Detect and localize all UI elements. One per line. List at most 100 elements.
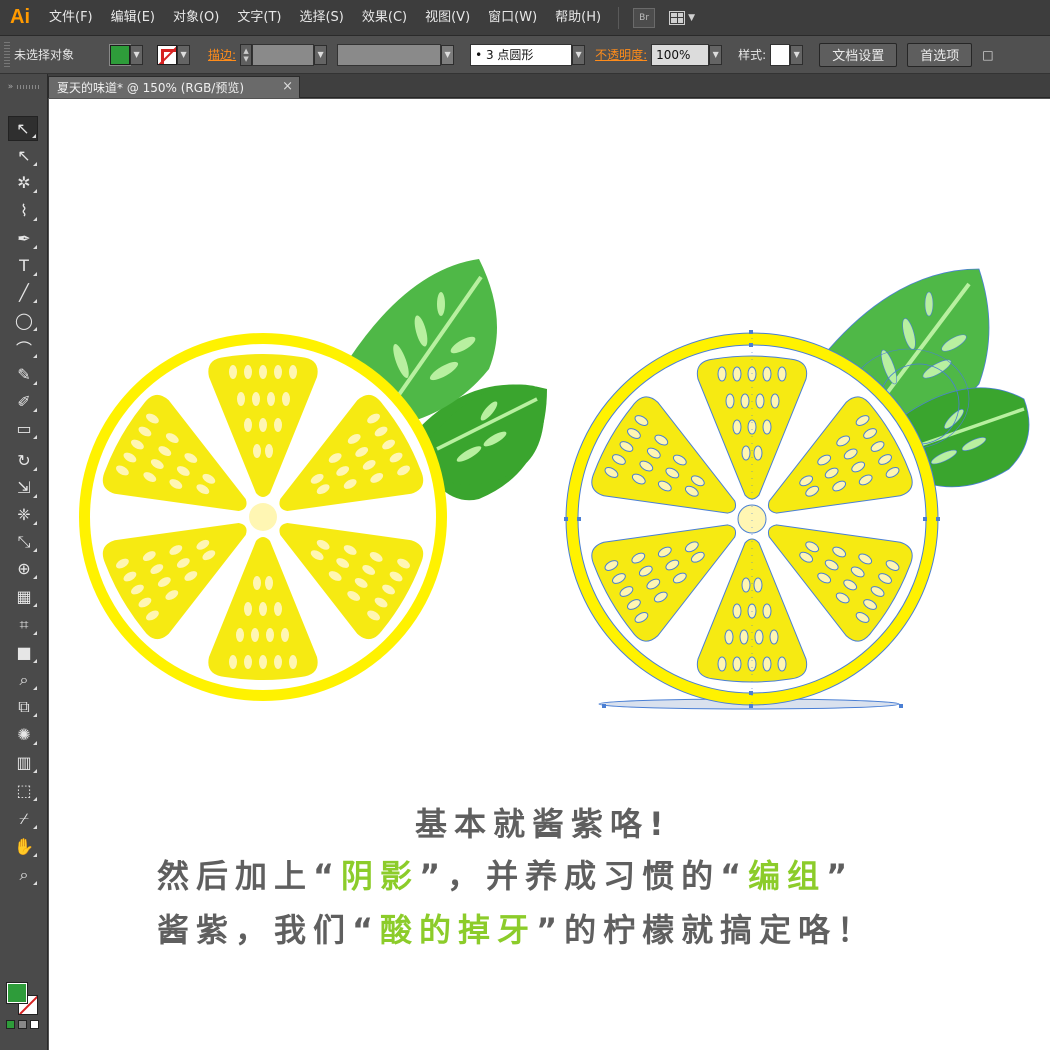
- variable-width-profile[interactable]: [337, 43, 442, 66]
- direct-selection-tool-icon[interactable]: ↖: [10, 143, 38, 168]
- brush-definition-field[interactable]: • 3 点圆形: [470, 43, 573, 66]
- caption-highlight-group: 编组: [748, 857, 827, 895]
- pencil-tool-icon[interactable]: ✎: [10, 362, 38, 387]
- fill-stroke-control[interactable]: [6, 979, 42, 1019]
- line-tool-icon[interactable]: ╱: [10, 280, 38, 305]
- eyedropper-tool-icon[interactable]: ⌕: [10, 667, 38, 692]
- graphic-style-swatch[interactable]: [770, 43, 791, 66]
- shape-builder-tool-icon[interactable]: ⊕: [10, 556, 38, 581]
- ellipse-tool-icon[interactable]: ◯: [10, 308, 38, 333]
- lemon-seed: [259, 365, 267, 379]
- menu-item-4[interactable]: 选择(S): [290, 0, 352, 36]
- artboard-canvas[interactable]: 基本就酱紫咯! 然后加上“阴影”，并养成习惯的“编组” 酱紫，我们“酸的掉牙”的…: [49, 99, 1050, 1050]
- menu-item-7[interactable]: 窗口(W): [479, 0, 546, 36]
- document-tab[interactable]: 夏天的味道* @ 150% (RGB/预览) ×: [48, 76, 300, 98]
- lemon-seed: [777, 366, 787, 382]
- lemon-seed: [289, 365, 297, 379]
- hand-tool-icon[interactable]: ✋: [10, 834, 38, 859]
- column-graph-tool-icon[interactable]: ▥: [10, 750, 38, 775]
- stroke-swatch[interactable]: [157, 44, 178, 65]
- app-logo: Ai: [10, 6, 30, 28]
- style-label: 样式:: [738, 48, 767, 62]
- caption-line-3: 酱紫，我们“酸的掉牙”的柠檬就搞定咯！: [157, 911, 877, 949]
- stroke-panel-link[interactable]: 描边:: [208, 46, 236, 63]
- menu-item-3[interactable]: 文字(T): [228, 0, 290, 36]
- document-tab-title: 夏天的味道* @ 150% (RGB/预览): [57, 81, 245, 95]
- stroke-weight-field[interactable]: [252, 43, 315, 66]
- stroke-dropdown[interactable]: ▼: [177, 44, 191, 65]
- lemon-seed: [725, 393, 735, 409]
- lemon-seed: [762, 603, 772, 619]
- lemon-seed: [244, 655, 252, 669]
- illustrator-window: Ai 文件(F) 编辑(E) 对象(O) 文字(T) 选择(S) 效果(C) 视图(V) 窗口…: [0, 0, 1050, 1050]
- pen-tool-icon[interactable]: ✒: [10, 226, 38, 251]
- stroke-weight-stepper[interactable]: ▲ ▼: [240, 43, 253, 66]
- magic-wand-tool-icon[interactable]: ✲: [10, 170, 38, 195]
- lemon-seed: [739, 629, 749, 645]
- preferences-button[interactable]: 首选项: [907, 42, 973, 67]
- lemon-seed: [762, 366, 772, 382]
- close-icon[interactable]: ×: [282, 79, 293, 94]
- lemon-seed: [274, 418, 282, 432]
- profile-dropdown[interactable]: ▼: [441, 44, 455, 65]
- lemon-seed: [762, 656, 772, 672]
- symbol-sprayer-tool-icon[interactable]: ✺: [10, 722, 38, 747]
- lemon-seed: [732, 603, 742, 619]
- menu-item-5[interactable]: 效果(C): [353, 0, 416, 36]
- warp-tool-icon[interactable]: ❈: [10, 502, 38, 527]
- lemon-seed: [753, 577, 763, 593]
- fill-dropdown[interactable]: ▼: [130, 44, 144, 65]
- gradient-tool-icon[interactable]: ■: [10, 640, 38, 665]
- selection-tool-icon[interactable]: ↖: [8, 116, 38, 141]
- lemon-seed: [237, 392, 245, 406]
- opacity-panel-link[interactable]: 不透明度:: [595, 46, 647, 63]
- lemon-seed: [770, 393, 780, 409]
- lemon-seed: [747, 656, 757, 672]
- lemon-seed: [252, 392, 260, 406]
- finished-lemon: [79, 259, 547, 701]
- lemon-seed: [753, 445, 763, 461]
- menu-item-1[interactable]: 编辑(E): [102, 0, 164, 36]
- document-setup-button[interactable]: 文档设置: [819, 42, 898, 67]
- blob-brush-tool-icon[interactable]: ✐: [10, 389, 38, 414]
- control-bar-overflow[interactable]: □: [982, 48, 993, 62]
- lemon-seed: [229, 365, 237, 379]
- menu-item-0[interactable]: 文件(F): [40, 0, 102, 36]
- rotate-tool-icon[interactable]: ↻: [10, 448, 38, 473]
- zoom-tool-icon[interactable]: ⌕: [10, 862, 38, 887]
- stroke-weight-dropdown[interactable]: ▼: [314, 44, 328, 65]
- fill-swatch[interactable]: [109, 43, 132, 66]
- blend-tool-icon[interactable]: ⧉: [10, 694, 38, 719]
- workspace-grid-icon[interactable]: ▼: [669, 8, 703, 28]
- style-dropdown[interactable]: ▼: [790, 44, 804, 65]
- lemon-seed: [253, 576, 261, 590]
- type-tool-icon[interactable]: T: [10, 253, 38, 278]
- brush-dropdown[interactable]: ▼: [572, 44, 586, 65]
- tools-panel-header[interactable]: »: [0, 74, 47, 100]
- slice-tool-icon[interactable]: ⌿: [10, 806, 38, 831]
- lemon-seed: [236, 628, 244, 642]
- caption-line-1: 基本就酱紫咯!: [415, 805, 671, 843]
- artboard-tool-icon[interactable]: ⬚: [10, 778, 38, 803]
- menu-item-6[interactable]: 视图(V): [416, 0, 479, 36]
- lasso-tool-icon[interactable]: ⌇: [10, 198, 38, 223]
- bridge-icon[interactable]: Br: [633, 7, 656, 28]
- opacity-dropdown[interactable]: ▼: [709, 44, 723, 65]
- scale-tool-icon[interactable]: ⇲: [10, 475, 38, 500]
- opacity-field[interactable]: 100%: [651, 43, 710, 66]
- lemon-seed: [741, 445, 751, 461]
- free-transform-tool-icon[interactable]: ⤡: [10, 529, 38, 554]
- grip-handle[interactable]: [4, 41, 10, 68]
- mesh-tool-icon[interactable]: ⌗: [10, 612, 38, 637]
- menu-item-8[interactable]: 帮助(H): [546, 0, 610, 36]
- fill-color-icon[interactable]: [6, 982, 28, 1004]
- selected-lemon[interactable]: [564, 268, 1030, 710]
- eraser-tool-icon[interactable]: ▭: [10, 416, 38, 441]
- lemon-seed: [251, 628, 259, 642]
- paintbrush-tool-icon[interactable]: ⌒: [10, 335, 38, 360]
- menu-item-2[interactable]: 对象(O): [164, 0, 228, 36]
- perspective-grid-tool-icon[interactable]: ▦: [10, 584, 38, 609]
- lemon-seed: [724, 629, 734, 645]
- lemon-seed: [244, 602, 252, 616]
- color-mode-buttons[interactable]: [6, 1020, 39, 1029]
